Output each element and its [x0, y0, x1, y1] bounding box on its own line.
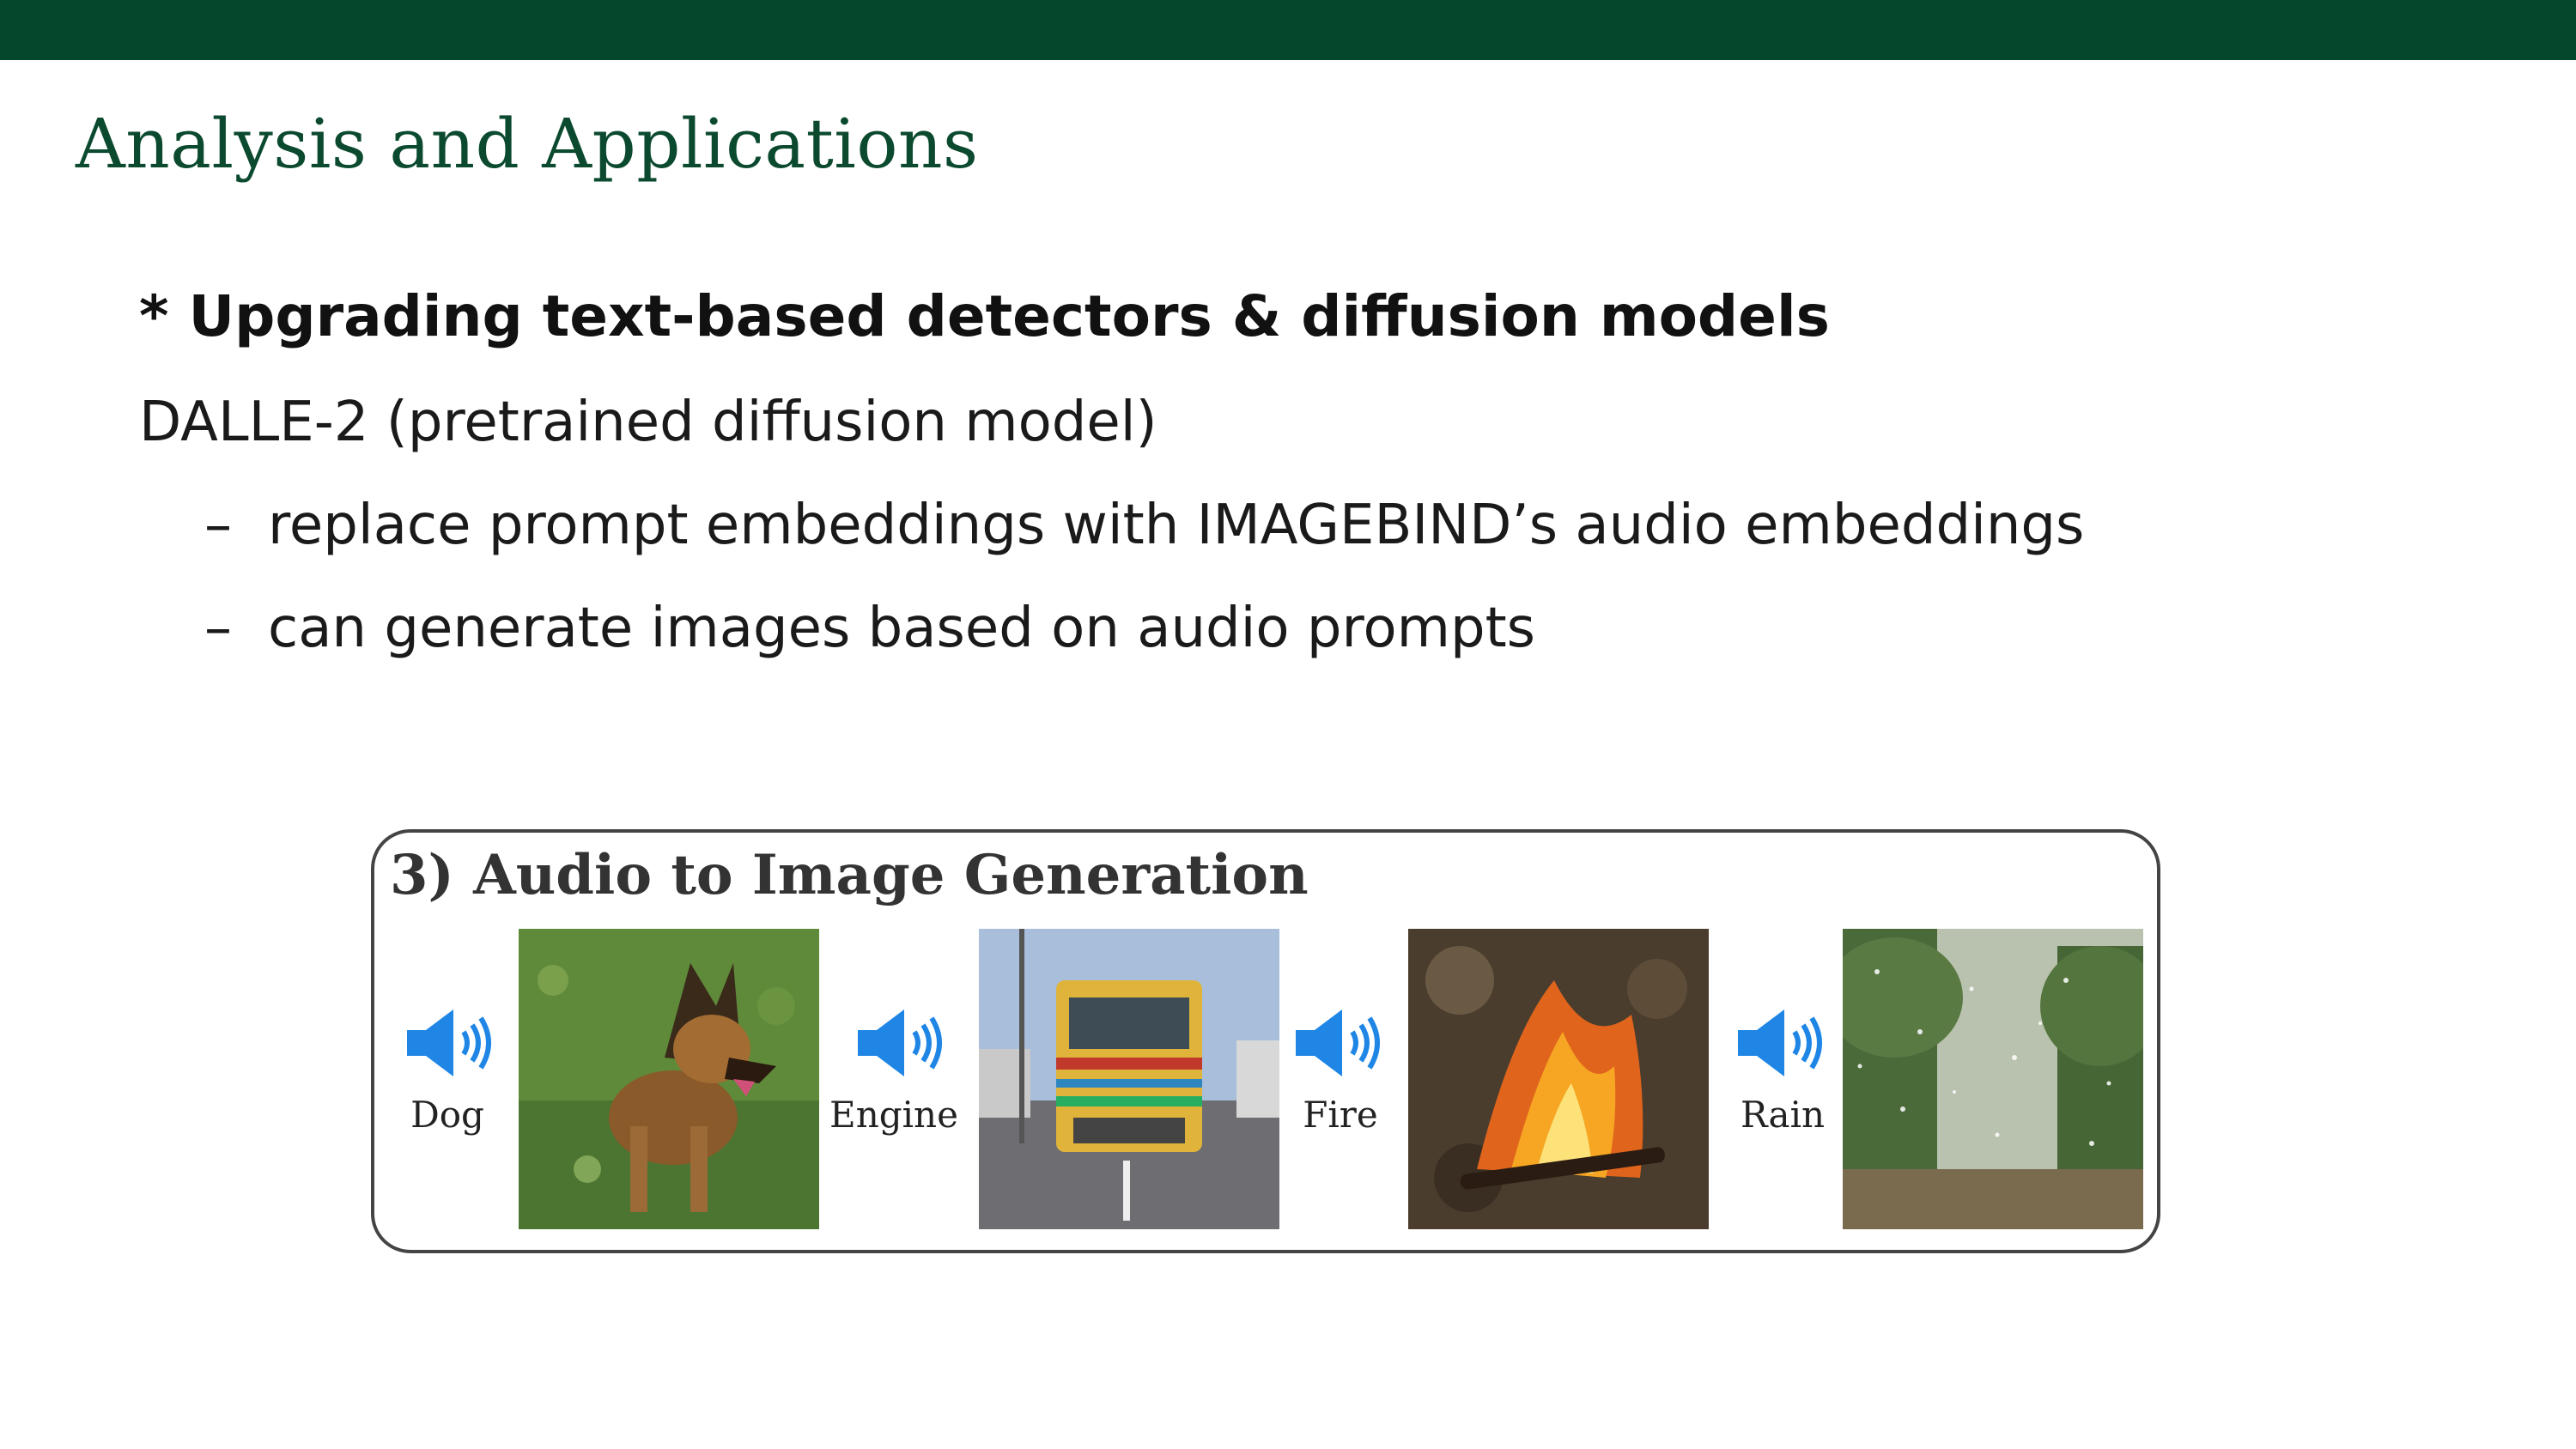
- audio-label: Fire: [1303, 1094, 1378, 1136]
- fire-image: [1408, 929, 1709, 1229]
- speaker-icon: [1731, 1004, 1826, 1082]
- bus-image: [979, 929, 1279, 1229]
- bullet-dash: –: [204, 597, 232, 660]
- audio-label: Rain: [1740, 1094, 1826, 1136]
- model-line: DALLE-2 (pretrained diffusion model): [139, 391, 1157, 454]
- section-heading: * Upgrading text-based detectors & diffu…: [139, 283, 1830, 349]
- audio-label: Dog: [410, 1094, 484, 1136]
- top-banner: [0, 0, 2576, 60]
- audio-to-image-figure: 3) Audio to Image Generation Dog Engine …: [371, 829, 2160, 1253]
- bullet-dash: –: [204, 494, 232, 557]
- speaker-icon: [400, 1004, 495, 1082]
- audio-label: Engine: [829, 1094, 958, 1136]
- speaker-icon: [851, 1004, 945, 1082]
- slide-title: Analysis and Applications: [76, 104, 979, 184]
- dog-image: [519, 929, 819, 1229]
- bullet-text: replace prompt embeddings with IMAGEBIND…: [268, 494, 2085, 557]
- speaker-icon: [1289, 1004, 1383, 1082]
- rain-image: [1843, 929, 2143, 1229]
- bullet-text: can generate images based on audio promp…: [268, 597, 1535, 660]
- figure-title: 3) Audio to Image Generation: [390, 843, 1309, 907]
